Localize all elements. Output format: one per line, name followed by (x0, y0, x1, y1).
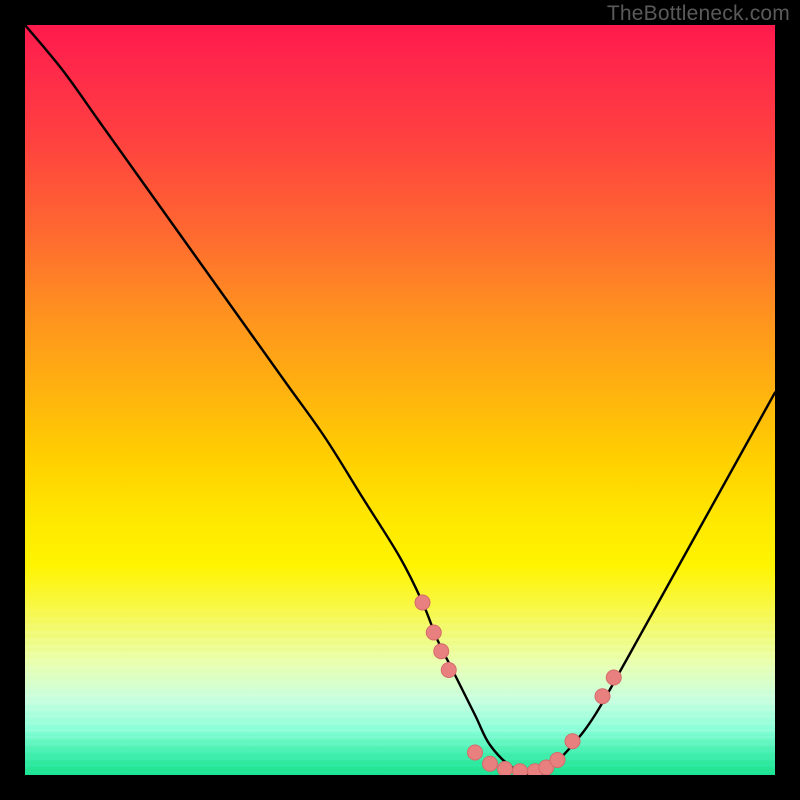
marker-dot (415, 595, 430, 610)
plot-area (25, 25, 775, 775)
marker-dot (434, 644, 449, 659)
marker-dot (498, 762, 513, 776)
marker-dot (565, 734, 580, 749)
marker-dot (426, 625, 441, 640)
bottleneck-curve (25, 25, 775, 775)
marker-dot (483, 756, 498, 771)
marker-dot (513, 764, 528, 775)
marker-dot (468, 745, 483, 760)
marker-dot (441, 663, 456, 678)
marker-dot (595, 689, 610, 704)
marker-group (415, 595, 621, 775)
chart-frame: TheBottleneck.com (0, 0, 800, 800)
marker-dot (606, 670, 621, 685)
marker-dot (550, 753, 565, 768)
watermark-text: TheBottleneck.com (607, 2, 790, 26)
curve-layer (25, 25, 775, 775)
